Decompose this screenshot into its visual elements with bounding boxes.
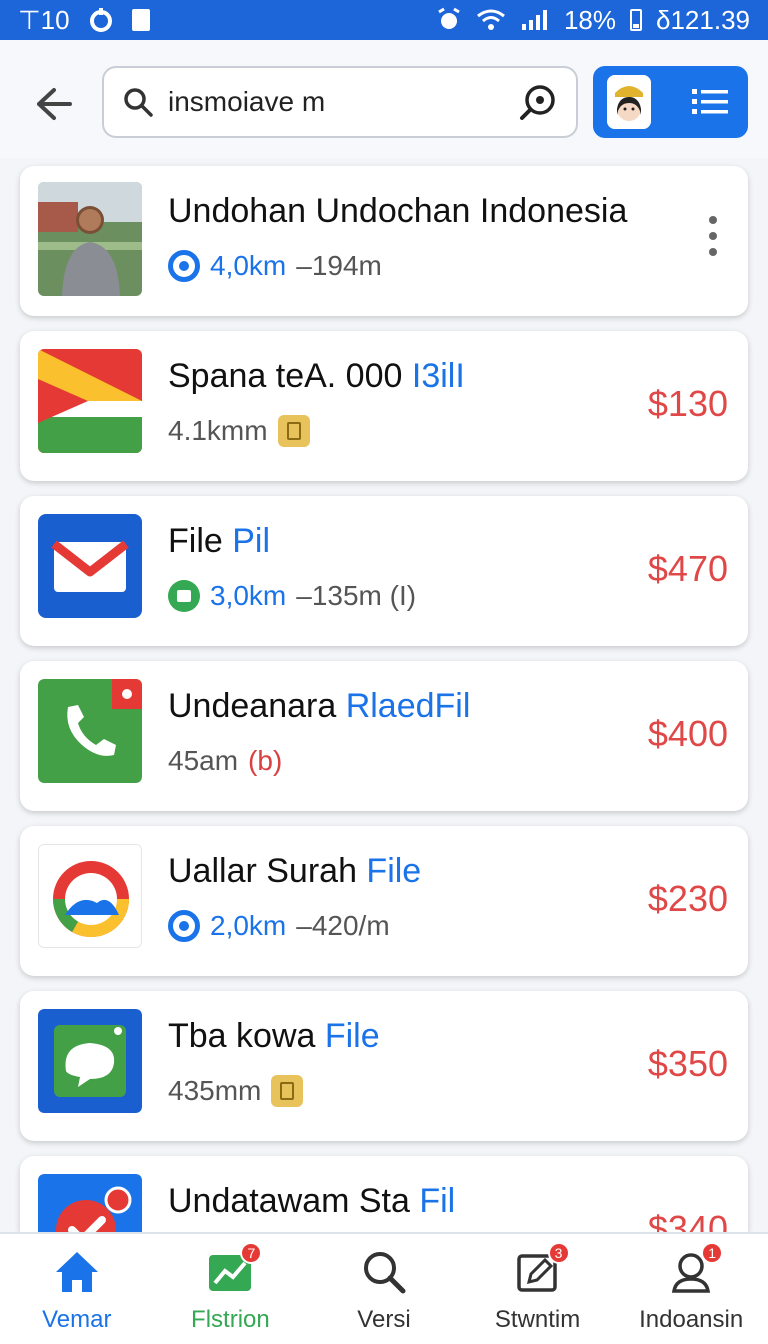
settings-icon: [89, 8, 112, 32]
list-item[interactable]: Undohan Undochan Indonesia 4,0km –194m: [20, 166, 748, 316]
item-price: $400: [647, 713, 728, 754]
document-badge-icon: [271, 1075, 304, 1107]
item-price: $340: [647, 1208, 728, 1232]
battery-percent: 18%: [563, 4, 616, 35]
verified-badge-icon: [38, 1174, 142, 1232]
item-title: File Pil: [168, 522, 271, 560]
app-header: insmoiave m: [0, 40, 768, 158]
list-item[interactable]: File Pil 3,0km –135m (I) $470: [20, 496, 748, 646]
nav-label: Versi: [357, 1306, 411, 1333]
item-price: $470: [647, 548, 728, 589]
trending-icon: 7: [204, 1242, 263, 1298]
photo-thumbnail: [38, 182, 142, 296]
edit-icon: 3: [512, 1242, 570, 1298]
item-price: $230: [647, 878, 728, 919]
search-icon: [358, 1246, 410, 1298]
item-title: Spana teA. 000 I3ilI: [168, 357, 465, 395]
chat-icon: [38, 1009, 142, 1113]
item-title: Undeanara RlaedFil: [168, 687, 471, 725]
item-meta: 4.1kmm: [168, 415, 310, 447]
item-meta: 45am (b): [168, 745, 283, 776]
bag-icon: [168, 580, 200, 612]
avatar[interactable]: [607, 75, 651, 129]
item-price: $130: [647, 383, 728, 424]
nav-label: Indoansin: [639, 1306, 744, 1333]
nav-label: Vemar: [42, 1306, 112, 1333]
nav-label: Stwntim: [494, 1306, 581, 1333]
nav-edit[interactable]: 3 Stwntim: [461, 1234, 615, 1344]
status-right: 18% δ121.39: [436, 5, 750, 36]
chrome-icon: [38, 844, 142, 948]
location-ring-icon: [168, 910, 200, 942]
clock: δ121.39: [656, 4, 750, 35]
nav-search[interactable]: Versi: [307, 1234, 461, 1344]
list-icon: [692, 89, 728, 114]
list-item[interactable]: Undeanara RlaedFil 45am (b) $400: [20, 661, 748, 811]
item-meta: 3,0km –135m (I): [168, 580, 416, 612]
item-title: Tba kowa File: [168, 1017, 380, 1055]
notification-badge: 1: [701, 1242, 724, 1264]
alarm-icon: [438, 7, 460, 29]
home-icon: [51, 1246, 103, 1298]
account-menu-button[interactable]: [593, 66, 748, 138]
nav-label: Flstrion: [191, 1306, 270, 1333]
list-item[interactable]: Spana teA. 000 I3ilI 4.1kmm $130: [20, 331, 748, 481]
search-bar[interactable]: insmoiave m: [102, 66, 578, 138]
more-options-icon[interactable]: [708, 216, 718, 256]
status-left: ⊤10: [18, 5, 150, 36]
magnifier-icon: [124, 88, 153, 117]
location-ring-icon: [168, 250, 200, 282]
list-item[interactable]: Tba kowa File 435mm $350: [20, 991, 748, 1141]
status-left-text: ⊤10: [18, 4, 70, 35]
list-item[interactable]: Undatawam Sta Fil $340: [20, 1156, 748, 1232]
notification-square-icon: [131, 9, 150, 31]
battery-icon: [630, 9, 642, 31]
arrow-left-icon: [37, 88, 72, 120]
status-bar: ⊤10 18% δ121.39: [0, 0, 768, 40]
wifi-icon: [477, 9, 505, 30]
item-meta: 4,0km –194m: [168, 250, 382, 282]
item-meta: 2,0km –420/m: [168, 910, 390, 942]
profile-icon: 1: [665, 1242, 724, 1298]
item-title: Undohan Undochan Indonesia: [168, 192, 628, 230]
nav-trending[interactable]: 7 Flstrion: [154, 1234, 308, 1344]
search-input[interactable]: insmoiave m: [168, 86, 518, 118]
notification-badge: 7: [240, 1242, 263, 1264]
signal-icon: [521, 10, 547, 30]
item-title: Undatawam Sta Fil: [168, 1182, 456, 1220]
mail-icon: [38, 514, 142, 618]
nav-profile[interactable]: 1 Indoansin: [614, 1234, 768, 1344]
item-title: Uallar Surah File: [168, 852, 422, 890]
bottom-navigation: Vemar 7 Flstrion Versi 3 Stwntim 1 Indoa…: [0, 1232, 768, 1344]
phone-icon: [38, 679, 142, 783]
document-badge-icon: [277, 415, 310, 447]
nav-home[interactable]: Vemar: [0, 1234, 154, 1344]
notification-badge: 3: [547, 1242, 570, 1264]
list-item[interactable]: Uallar Surah File 2,0km –420/m $230: [20, 826, 748, 976]
item-meta: 435mm: [168, 1075, 304, 1107]
slides-icon: [38, 349, 142, 453]
search-circle-icon[interactable]: [518, 82, 558, 122]
item-price: $350: [647, 1043, 728, 1084]
back-button[interactable]: [28, 82, 80, 126]
